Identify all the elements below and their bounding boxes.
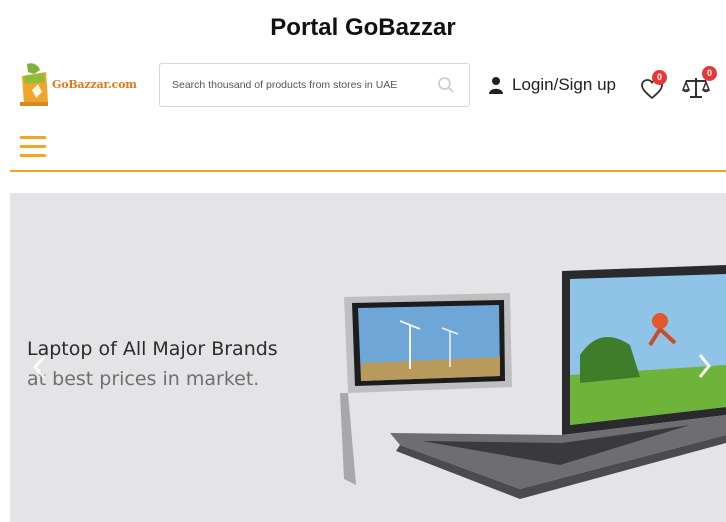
nav-bar: [10, 124, 726, 172]
login-signup-link[interactable]: Login/Sign up: [488, 73, 616, 97]
menu-icon[interactable]: [20, 136, 46, 158]
wishlist-button[interactable]: 0: [640, 70, 670, 100]
search-icon[interactable]: [437, 76, 455, 94]
chevron-left-icon[interactable]: [32, 355, 48, 379]
logo-icon: [20, 63, 48, 106]
laptops-image: [340, 265, 726, 499]
site-header: GoBazzar.com Login/Sign up 0 0: [0, 58, 726, 114]
banner-subheading: at best prices in market.: [27, 368, 260, 390]
login-label: Login/Sign up: [512, 75, 616, 94]
hero-banner: Laptop of All Major Brands at best price…: [10, 193, 726, 522]
compare-button[interactable]: 0: [682, 66, 718, 100]
search-box: [159, 63, 470, 107]
wishlist-count-badge: 0: [652, 70, 667, 85]
user-icon: [489, 77, 503, 94]
compare-count-badge: 0: [702, 66, 717, 81]
banner-heading: Laptop of All Major Brands: [27, 338, 278, 360]
chevron-right-icon[interactable]: [696, 353, 712, 379]
page-title: Portal GoBazzar: [270, 14, 456, 41]
logo[interactable]: GoBazzar.com: [18, 60, 148, 110]
logo-text: GoBazzar.com: [52, 78, 137, 91]
search-input[interactable]: [172, 64, 432, 106]
